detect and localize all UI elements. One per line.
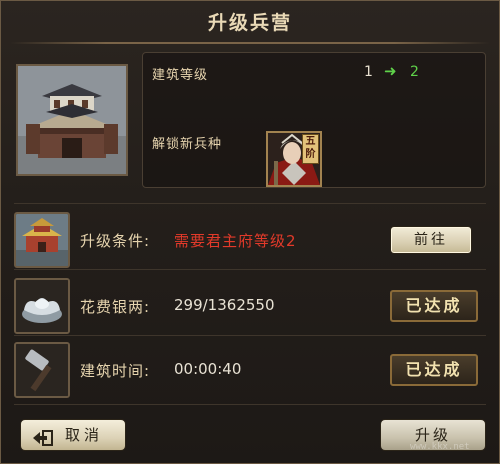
cancel-label: 取消	[65, 426, 104, 444]
build-time-label: 建筑时间:	[80, 362, 151, 380]
time-achieved-badge: 已达成	[390, 354, 478, 386]
divider	[14, 404, 486, 405]
dialog-title: 升级兵营	[207, 12, 292, 34]
requirement-value: 需要君主府等级2	[174, 232, 297, 250]
silver-cost-value: 299/1362550	[174, 296, 275, 314]
building-level-label: 建筑等级	[152, 68, 209, 83]
silver-cost-label: 花费银两:	[80, 298, 151, 316]
level-arrow-icon: ➜	[384, 62, 397, 80]
go-to-button[interactable]: 前往	[390, 226, 472, 254]
build-time-value: 00:00:40	[174, 360, 242, 378]
current-level: 1	[364, 64, 373, 80]
palace-icon	[14, 212, 70, 268]
divider	[14, 335, 486, 336]
watermark: www.kkx.net	[410, 442, 470, 452]
cancel-button[interactable]: 取消	[20, 419, 126, 451]
unit-rank-badge: 五阶	[302, 134, 319, 164]
silver-achieved-badge: 已达成	[390, 290, 478, 322]
divider	[14, 269, 486, 270]
next-level: 2	[410, 64, 419, 80]
unit-portrait[interactable]: 五阶	[266, 131, 322, 187]
requirement-label: 升级条件:	[80, 232, 151, 250]
title-divider	[10, 42, 490, 44]
hammer-icon	[14, 342, 70, 398]
silver-ingot-icon	[14, 278, 70, 334]
divider	[14, 203, 486, 204]
barracks-image	[16, 64, 128, 176]
back-arrow-icon	[33, 426, 53, 446]
unlock-unit-label: 解锁新兵种	[152, 137, 223, 152]
